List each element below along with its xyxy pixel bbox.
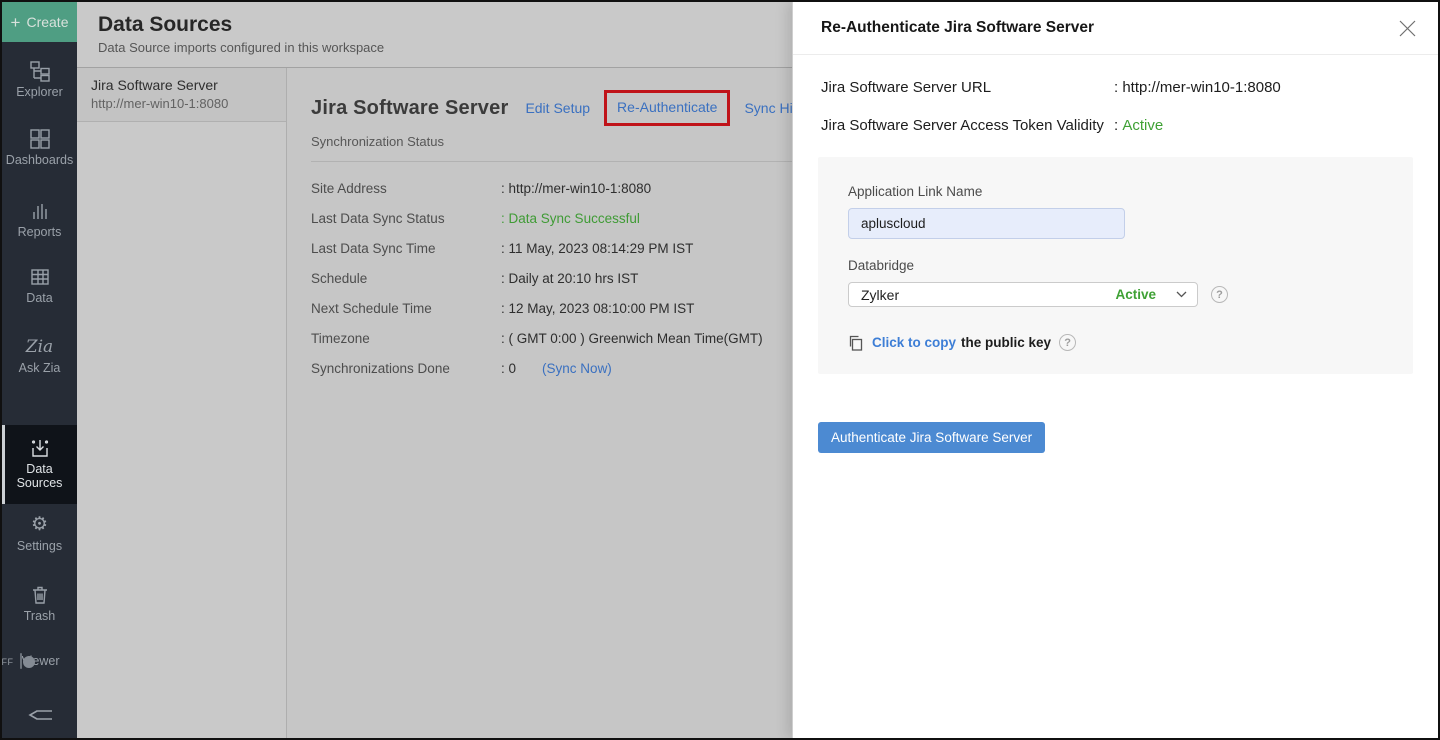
viewer-toggle-item: OFF Viewer bbox=[2, 654, 77, 668]
field-value: 11 May, 2023 08:14:29 PM IST bbox=[509, 241, 694, 256]
app-window: + Create Explorer Dashboards Reports bbox=[0, 0, 1440, 740]
sidebar-item-label: Dashboards bbox=[6, 153, 73, 167]
panel-info-row-token-validity: Jira Software Server Access Token Validi… bbox=[821, 117, 1410, 134]
field-label: Synchronizations Done bbox=[311, 361, 501, 376]
trash-icon bbox=[2, 584, 77, 606]
sidebar-item-label: Trash bbox=[24, 609, 56, 623]
sidebar-item-label: Reports bbox=[18, 225, 62, 239]
sync-now-link[interactable]: (Sync Now) bbox=[542, 361, 612, 376]
databridge-label: Databridge bbox=[848, 258, 1383, 273]
edit-setup-link[interactable]: Edit Setup bbox=[525, 100, 590, 116]
public-key-help-icon[interactable]: ? bbox=[1059, 334, 1076, 351]
detail-title: Jira Software Server bbox=[311, 97, 508, 120]
collapse-sidebar-button[interactable] bbox=[2, 705, 77, 730]
databridge-select[interactable]: Zylker Active bbox=[848, 282, 1198, 307]
sidebar-item-data[interactable]: Data bbox=[2, 266, 77, 305]
plus-icon: + bbox=[11, 14, 21, 31]
re-auth-form-card: Application Link Name Databridge Zylker … bbox=[818, 157, 1413, 374]
info-label: Jira Software Server Access Token Validi… bbox=[821, 117, 1114, 134]
field-value: 0 bbox=[509, 361, 517, 376]
application-link-name-label: Application Link Name bbox=[848, 184, 1383, 199]
sidebar-item-ask-zia[interactable]: Zia Ask Zia bbox=[2, 336, 77, 375]
create-button[interactable]: + Create bbox=[2, 2, 77, 42]
field-label: Timezone bbox=[311, 331, 501, 346]
bar-chart-icon bbox=[2, 200, 77, 222]
sidebar-item-data-sources[interactable]: Data Sources bbox=[2, 425, 77, 504]
field-label: Site Address bbox=[311, 181, 501, 196]
re-authenticate-highlight-box: Re-Authenticate bbox=[604, 90, 730, 126]
databridge-help-icon[interactable]: ? bbox=[1211, 286, 1228, 303]
chevron-down-icon bbox=[1176, 291, 1187, 298]
data-source-list-item[interactable]: Jira Software Server http://mer-win10-1:… bbox=[77, 68, 286, 122]
create-button-label: Create bbox=[26, 14, 68, 30]
info-value: http://mer-win10-1:8080 bbox=[1122, 79, 1280, 96]
hierarchy-icon bbox=[2, 60, 77, 82]
databridge-status-badge: Active bbox=[1115, 287, 1156, 302]
sidebar-item-label: Data bbox=[26, 291, 52, 305]
viewer-toggle[interactable]: OFF bbox=[20, 653, 22, 669]
sidebar-item-label2: Sources bbox=[17, 476, 63, 490]
sidebar-item-explorer[interactable]: Explorer bbox=[2, 60, 77, 99]
toggle-knob bbox=[23, 656, 35, 668]
field-label: Schedule bbox=[311, 271, 501, 286]
panel-info-row-url: Jira Software Server URL : http://mer-wi… bbox=[821, 79, 1410, 96]
collapse-arrow-icon bbox=[25, 705, 55, 725]
sidebar-item-reports[interactable]: Reports bbox=[2, 200, 77, 239]
panel-title: Re-Authenticate Jira Software Server bbox=[821, 19, 1396, 37]
field-label: Next Schedule Time bbox=[311, 301, 501, 316]
import-icon bbox=[2, 437, 77, 459]
panel-header: Re-Authenticate Jira Software Server bbox=[793, 2, 1438, 55]
field-value: Daily at 20:10 hrs IST bbox=[509, 271, 639, 286]
field-value-status: Data Sync Successful bbox=[509, 211, 640, 226]
zia-icon: Zia bbox=[2, 336, 77, 358]
copy-icon bbox=[848, 335, 864, 351]
sidebar-item-dashboards[interactable]: Dashboards bbox=[2, 128, 77, 167]
data-source-list: Jira Software Server http://mer-win10-1:… bbox=[77, 68, 287, 740]
data-source-url: http://mer-win10-1:8080 bbox=[91, 96, 278, 111]
re-authenticate-panel: Re-Authenticate Jira Software Server Jir… bbox=[792, 2, 1438, 738]
click-to-copy-link[interactable]: Click to copy bbox=[872, 335, 956, 350]
sidebar-item-label: Settings bbox=[17, 539, 62, 553]
sidebar-item-label: Data bbox=[26, 462, 52, 476]
re-authenticate-link[interactable]: Re-Authenticate bbox=[617, 99, 717, 115]
data-source-name: Jira Software Server bbox=[91, 77, 278, 93]
gear-icon: ⚙ bbox=[2, 514, 77, 536]
toggle-state-label: OFF bbox=[0, 657, 14, 667]
databridge-selected-value: Zylker bbox=[861, 287, 1115, 303]
public-key-copy-row: Click to copy the public key ? bbox=[848, 334, 1383, 351]
sidebar: + Create Explorer Dashboards Reports bbox=[2, 2, 77, 738]
grid-icon bbox=[2, 128, 77, 150]
field-label: Last Data Sync Time bbox=[311, 241, 501, 256]
sidebar-item-settings[interactable]: ⚙ Settings bbox=[2, 514, 77, 553]
sidebar-item-label: Explorer bbox=[16, 85, 63, 99]
table-icon bbox=[2, 266, 77, 288]
close-icon bbox=[1398, 19, 1417, 38]
field-value: 12 May, 2023 08:10:00 PM IST bbox=[509, 301, 695, 316]
field-label: Last Data Sync Status bbox=[311, 211, 501, 226]
sidebar-item-label: Ask Zia bbox=[19, 361, 61, 375]
application-link-name-input[interactable] bbox=[848, 208, 1125, 239]
public-key-text: the public key bbox=[961, 335, 1051, 350]
sidebar-item-trash[interactable]: Trash bbox=[2, 584, 77, 623]
field-value: ( GMT 0:00 ) Greenwich Mean Time(GMT) bbox=[509, 331, 763, 346]
close-button[interactable] bbox=[1396, 17, 1418, 39]
authenticate-button[interactable]: Authenticate Jira Software Server bbox=[818, 422, 1045, 453]
info-label: Jira Software Server URL bbox=[821, 79, 1114, 96]
token-status-badge: Active bbox=[1122, 117, 1163, 134]
field-value: http://mer-win10-1:8080 bbox=[509, 181, 652, 196]
